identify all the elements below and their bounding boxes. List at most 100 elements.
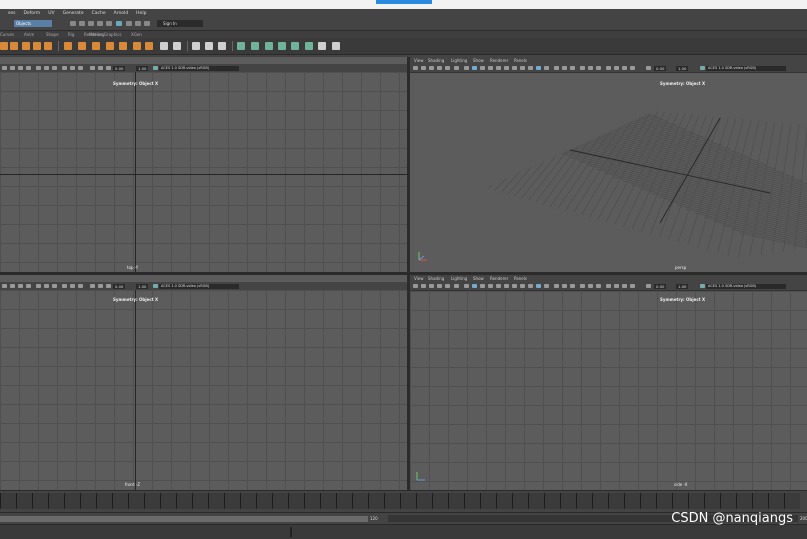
menu-item-cache[interactable]: Cache (92, 11, 106, 16)
shelf-tab-shape[interactable]: Shape (46, 32, 59, 37)
uv-planar-icon[interactable] (251, 42, 259, 50)
bookmark-icon[interactable] (429, 66, 434, 70)
viewport-menu-show[interactable]: Show (473, 276, 484, 281)
menu-item-uv[interactable]: UV (48, 11, 54, 16)
grease-pencil-icon[interactable] (454, 66, 459, 70)
camera-attributes-icon[interactable] (2, 284, 7, 288)
motion-blur-icon[interactable] (580, 284, 585, 288)
gamma-field[interactable]: 1.00 (676, 65, 689, 71)
field-chart-icon[interactable] (496, 284, 501, 288)
wireframe-icon[interactable] (36, 284, 41, 288)
lights-icon[interactable] (62, 284, 67, 288)
color-management-icon[interactable] (700, 284, 705, 288)
safe-action-icon[interactable] (504, 66, 509, 70)
range-end-value[interactable]: 120 (370, 516, 378, 521)
exposure-icon[interactable] (106, 66, 111, 70)
selection-mode-field[interactable]: Objects (14, 20, 52, 27)
grid-toggle-icon[interactable] (464, 66, 469, 70)
wireframe-icon[interactable] (36, 66, 41, 70)
isolate-icon[interactable] (606, 66, 611, 70)
sphere-icon[interactable] (119, 42, 127, 50)
resolution-gate-icon[interactable] (480, 66, 485, 70)
grid-snap-icon[interactable] (205, 42, 213, 50)
color-space-dropdown[interactable]: ACES 1.0 SDR-video (sRGB) (706, 283, 786, 289)
curve-tool-icon[interactable] (192, 42, 200, 50)
plane-icon[interactable] (133, 42, 141, 50)
occlusion-icon[interactable] (570, 66, 575, 70)
extrude-icon[interactable] (22, 42, 30, 50)
viewport-front[interactable]: 0.00 1.00 ACES 1.0 SDR-video (sRGB) Symm… (0, 275, 407, 490)
texture-icon[interactable] (52, 284, 57, 288)
open-scene-icon[interactable] (79, 21, 85, 26)
exposure-icon[interactable] (646, 66, 651, 70)
shelf-tab-rig[interactable]: Rig (68, 32, 74, 37)
shelf-tab-curves[interactable]: Curves (0, 32, 14, 37)
image-plane-icon[interactable] (437, 66, 442, 70)
viewport-side[interactable]: View Shading Lighting Show Renderer Pane… (410, 275, 807, 490)
viewport-menu-renderer[interactable]: Renderer (490, 58, 508, 63)
menu-item-deform[interactable]: Deform (23, 11, 40, 16)
uv-cut-icon[interactable] (332, 42, 340, 50)
xray-icon[interactable] (98, 66, 103, 70)
bevel-icon[interactable] (33, 42, 41, 50)
grid-toggle-icon[interactable] (464, 284, 469, 288)
time-slider[interactable] (0, 490, 807, 513)
exposure-field[interactable]: 0.00 (113, 283, 126, 289)
twod-pan-icon[interactable] (445, 66, 450, 70)
smooth-shade-icon[interactable] (44, 284, 49, 288)
exposure-icon[interactable] (106, 284, 111, 288)
bookmark-icon[interactable] (10, 66, 15, 70)
smooth-shade-icon[interactable] (528, 66, 533, 70)
exposure-icon[interactable] (646, 284, 651, 288)
occlusion-icon[interactable] (78, 284, 83, 288)
lattice-icon[interactable] (160, 42, 168, 50)
camera-attributes-icon[interactable] (421, 284, 426, 288)
sculpt-icon[interactable] (64, 42, 72, 50)
safe-action-icon[interactable] (504, 284, 509, 288)
viewport-menu-panels[interactable]: Panels (514, 58, 527, 63)
command-line[interactable] (0, 524, 807, 539)
measure-icon[interactable] (218, 42, 226, 50)
xray-components-icon[interactable] (630, 66, 635, 70)
uv-layout-icon[interactable] (305, 42, 313, 50)
menu-item-generate[interactable]: Generate (63, 11, 84, 16)
shaded-wire-icon[interactable] (536, 284, 541, 288)
viewport-top[interactable]: 0.00 1.00 ACES 1.0 SDR-video (sRGB) Symm… (0, 57, 407, 272)
image-plane-icon[interactable] (18, 66, 23, 70)
twod-pan-icon[interactable] (445, 284, 450, 288)
save-scene-icon[interactable] (88, 21, 94, 26)
safe-title-icon[interactable] (512, 284, 517, 288)
xray-icon[interactable] (614, 66, 619, 70)
grease-pencil-icon[interactable] (454, 284, 459, 288)
shadows-icon[interactable] (562, 284, 567, 288)
viewport-menu-renderer[interactable]: Renderer (490, 276, 508, 281)
shadows-icon[interactable] (70, 66, 75, 70)
uv-spherical-icon[interactable] (278, 42, 286, 50)
viewport-splitter-horizontal[interactable] (0, 272, 807, 275)
gate-mask-icon[interactable] (488, 284, 493, 288)
occlusion-icon[interactable] (570, 284, 575, 288)
time-ruler[interactable] (0, 493, 800, 509)
viewport-menu-lighting[interactable]: Lighting (451, 276, 467, 281)
smooth-shade-icon[interactable] (44, 66, 49, 70)
sign-in-dropdown[interactable]: Sign In (157, 20, 203, 27)
field-chart-icon[interactable] (496, 66, 501, 70)
uv-unfold-icon[interactable] (318, 42, 326, 50)
exposure-field[interactable]: 0.00 (654, 283, 667, 289)
resolution-gate-icon[interactable] (480, 284, 485, 288)
menu-item-arnold[interactable]: Arnold (114, 11, 129, 16)
select-camera-icon[interactable] (413, 66, 418, 70)
texture-icon[interactable] (52, 66, 57, 70)
render-icon[interactable] (144, 21, 150, 26)
uv-cylindrical-icon[interactable] (265, 42, 273, 50)
grid-toggle-icon[interactable] (26, 284, 31, 288)
texture-icon[interactable] (544, 66, 549, 70)
viewport-menu-view[interactable]: View (414, 276, 424, 281)
color-space-dropdown[interactable]: ACES 1.0 SDR-video (sRGB) (159, 283, 239, 289)
viewport-menu-show[interactable]: Show (473, 58, 484, 63)
wireframe-icon[interactable] (520, 284, 525, 288)
antialias-icon[interactable] (588, 66, 593, 70)
smooth-shade-icon[interactable] (528, 284, 533, 288)
uv-editor-icon[interactable] (237, 42, 245, 50)
depth-of-field-icon[interactable] (596, 66, 601, 70)
